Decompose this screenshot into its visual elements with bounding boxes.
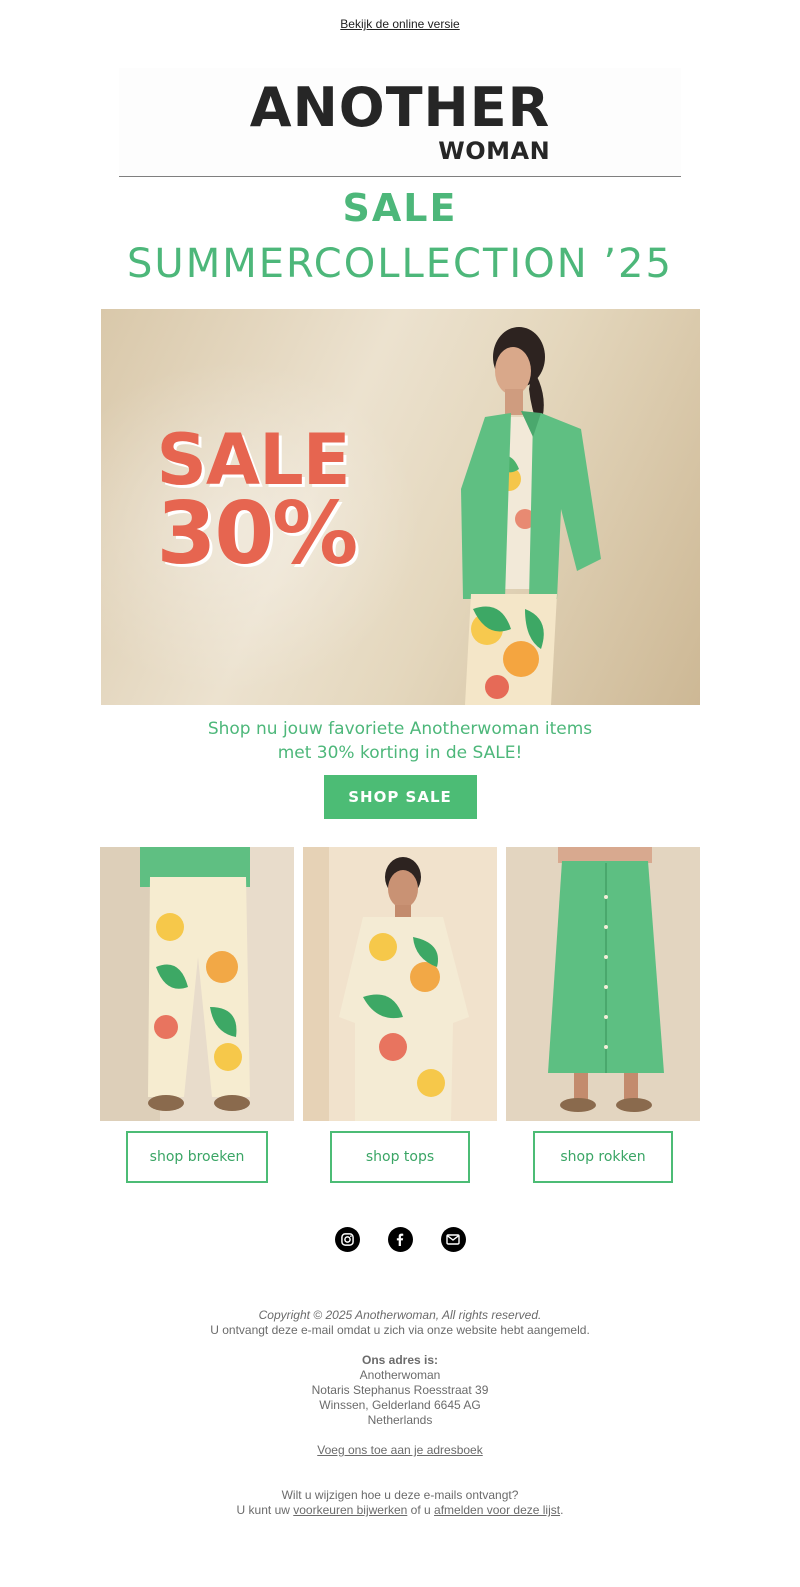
update-preferences-link[interactable]: voorkeuren bijwerken [293,1503,407,1517]
address-label: Ons adres is: [361,1353,439,1367]
manage-end: . [560,1503,564,1517]
change-question: Wilt u wijzigen hoe u deze e-mails ontva… [281,1488,519,1502]
sale-title: SALE [342,186,458,230]
shop-tops-button[interactable]: shop tops [330,1131,470,1183]
manage-prefix: U kunt uw [236,1503,290,1517]
hero-sale-graphic: SALE 30% [156,425,359,584]
manage-line: U kunt uw voorkeuren bijwerken of u afme… [0,1503,800,1518]
subscription-reason: U ontvangt deze e-mail omdat u zich via … [210,1323,590,1337]
social-links [0,1227,800,1252]
facebook-icon[interactable] [387,1227,413,1252]
shop-broeken-button[interactable]: shop broeken [126,1131,268,1183]
hero-model-image [460,327,601,705]
shop-rokken-button[interactable]: shop rokken [533,1131,673,1183]
product-image-rokken[interactable] [506,847,700,1121]
divider [119,176,681,177]
add-to-addressbook-link[interactable]: Voeg ons toe aan je adresboek [317,1443,482,1457]
email-body: Bekijk de online versie ANOTHER WOMAN SA… [0,0,800,1518]
manage-middle: of u [410,1503,431,1517]
top-bar: Bekijk de online versie [0,0,800,48]
footer: Copyright © 2025 Anotherwoman, All right… [0,1308,800,1518]
promo-text: Shop nu jouw favoriete Anotherwoman item… [0,717,800,765]
logo-line-another: ANOTHER [249,76,551,139]
address-country: Netherlands [367,1413,433,1427]
hero-percent-text: 30% [156,483,359,584]
address-street: Notaris Stephanus Roesstraat 39 [311,1383,489,1397]
product-card-rokken: shop rokken [506,847,700,1183]
promo-line-1: Shop nu jouw favoriete Anotherwoman item… [207,719,593,739]
logo-line-woman: WOMAN [438,137,551,165]
product-grid: shop broeken shop tops shop rokken [100,847,700,1183]
product-image-broeken[interactable] [100,847,294,1121]
view-online-link[interactable]: Bekijk de online versie [340,17,459,31]
shop-sale-button[interactable]: SHOP SALE [323,775,477,819]
collection-title: SUMMERCOLLECTION ’25 [127,241,673,287]
logo-area: ANOTHER WOMAN [119,68,681,176]
email-icon[interactable] [440,1227,466,1252]
hero-banner[interactable]: SALE 30% [100,309,700,705]
address-name: Anotherwoman [359,1368,441,1382]
unsubscribe-link[interactable]: afmelden voor deze lijst [434,1503,560,1517]
product-card-tops: shop tops [303,847,497,1183]
address-city: Winssen, Gelderland 6645 AG [319,1398,481,1412]
instagram-icon[interactable] [334,1227,360,1252]
copyright-text: Copyright © 2025 Anotherwoman, All right… [258,1308,542,1322]
product-card-broeken: shop broeken [100,847,294,1183]
product-image-tops[interactable] [303,847,497,1121]
brand-logo[interactable]: ANOTHER WOMAN [249,76,551,165]
promo-line-2: met 30% korting in de SALE! [277,743,523,763]
sale-headline: SALE SUMMERCOLLECTION ’25 [0,187,800,291]
